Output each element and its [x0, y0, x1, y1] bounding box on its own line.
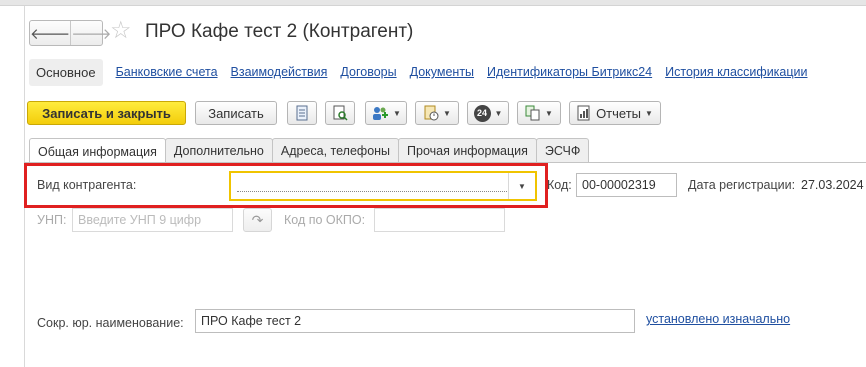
- save-button[interactable]: Записать: [195, 101, 277, 125]
- tab-eschf[interactable]: ЭСЧФ: [535, 138, 590, 163]
- unp-placeholder: Введите УНП 9 цифр: [78, 213, 202, 227]
- okpo-label: Код по ОКПО:: [284, 213, 366, 227]
- forward-button[interactable]: 🡒: [70, 21, 111, 45]
- report-icon: [577, 105, 590, 121]
- history-nav: 🡐 🡒: [29, 20, 111, 46]
- nav-documents[interactable]: Документы: [410, 65, 474, 79]
- document-create-button[interactable]: ▼: [415, 101, 459, 125]
- nav-interactions[interactable]: Взаимодействия: [231, 65, 328, 79]
- highlight-frame: [24, 163, 548, 208]
- nav-contracts[interactable]: Договоры: [340, 65, 396, 79]
- unp-label: УНП:: [37, 213, 67, 227]
- code-field[interactable]: 00-00002319: [576, 173, 677, 197]
- tab-general[interactable]: Общая информация: [29, 138, 166, 164]
- bitrix24-button[interactable]: 24 ▼: [467, 101, 509, 125]
- chevron-down-icon: ▼: [545, 108, 553, 118]
- nav-main[interactable]: Основное: [29, 58, 103, 86]
- save-and-close-button[interactable]: Записать и закрыть: [27, 101, 186, 125]
- short-name-source-link[interactable]: установлено изначально: [646, 312, 790, 326]
- chevron-down-icon: ▼: [393, 108, 401, 118]
- page-title: ПРО Кафе тест 2 (Контрагент): [145, 21, 414, 42]
- users-add-icon: [373, 107, 389, 120]
- okpo-field[interactable]: [374, 208, 505, 232]
- star-icon[interactable]: ☆: [110, 18, 132, 44]
- registration-date-label: Дата регистрации:: [688, 178, 796, 192]
- tab-addresses-phones[interactable]: Адреса, телефоны: [271, 138, 400, 163]
- reports-button[interactable]: Отчеты ▼: [569, 101, 661, 125]
- exchange-button[interactable]: ▼: [517, 101, 561, 125]
- short-name-field[interactable]: ПРО Кафе тест 2: [195, 309, 635, 333]
- short-name-label: Сокр. юр. наименование:: [37, 316, 184, 330]
- fill-by-unp-button[interactable]: ↷: [243, 208, 272, 232]
- window-top-strip: [0, 0, 866, 6]
- arrow-left-icon: 🡐: [30, 25, 71, 43]
- documents-exchange-icon: [525, 105, 540, 121]
- document-search-icon: [333, 105, 348, 121]
- form-tabs: Общая информация Дополнительно Адреса, т…: [29, 138, 590, 164]
- arrow-right-icon: 🡒: [71, 25, 112, 43]
- tab-other-info[interactable]: Прочая информация: [398, 138, 537, 163]
- chevron-down-icon: ▼: [645, 108, 653, 118]
- nav-classification-history[interactable]: История классификации: [665, 65, 807, 79]
- structure-button[interactable]: [325, 101, 355, 125]
- registration-date-value: 27.03.2024: [801, 178, 864, 192]
- chevron-down-icon: ▼: [443, 108, 451, 118]
- nav-bitrix-ids[interactable]: Идентификаторы Битрикс24: [487, 65, 652, 79]
- bitrix24-icon: 24: [473, 104, 491, 122]
- form-nav-panel: Основное Банковские счета Взаимодействия…: [29, 58, 821, 86]
- code-label: Код:: [547, 178, 572, 192]
- arrow-return-icon: ↷: [251, 211, 264, 228]
- reports-label: Отчеты: [596, 105, 641, 121]
- tab-additional[interactable]: Дополнительно: [164, 138, 273, 163]
- back-button[interactable]: 🡐: [30, 21, 70, 45]
- users-menu-button[interactable]: ▼: [365, 101, 407, 125]
- list-view-button[interactable]: [287, 101, 317, 125]
- document-clock-icon: [424, 105, 439, 121]
- list-icon: [296, 105, 308, 121]
- chevron-down-icon: ▼: [494, 108, 503, 118]
- nav-bank-accounts[interactable]: Банковские счета: [116, 65, 218, 79]
- unp-field[interactable]: Введите УНП 9 цифр: [72, 208, 233, 232]
